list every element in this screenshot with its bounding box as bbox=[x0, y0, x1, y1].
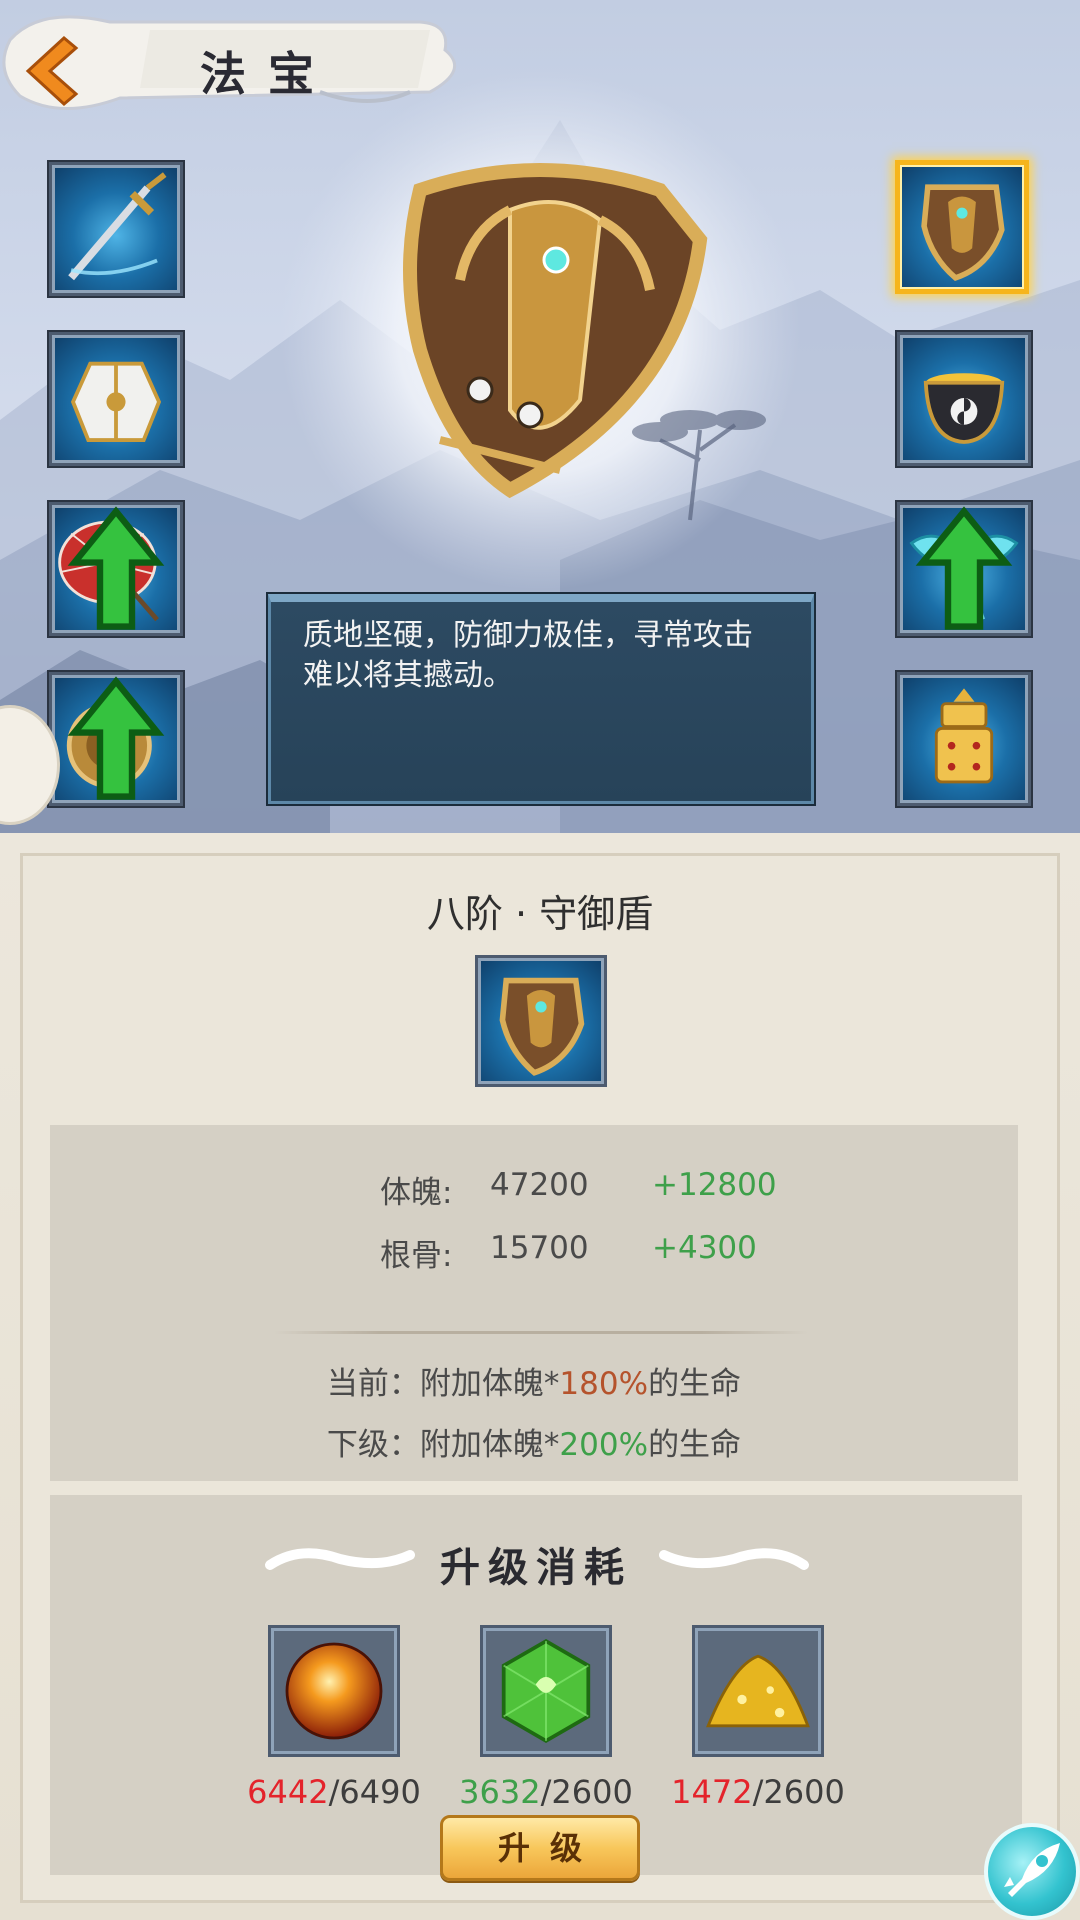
item-title: 八阶 · 守御盾 bbox=[426, 892, 654, 936]
rocket-button[interactable] bbox=[984, 1823, 1080, 1920]
cost-title: 升级消耗 bbox=[440, 1544, 632, 1591]
upgrade-button[interactable]: 升级 bbox=[440, 1815, 640, 1881]
stat-value: 47200 bbox=[490, 1167, 589, 1203]
detail-panel: 八阶 · 守御盾 体魄: 47200 +12800 根骨: 15700 +430… bbox=[0, 833, 1080, 1920]
next-effect-suffix: 的生命 bbox=[648, 1427, 742, 1463]
material-slot[interactable] bbox=[268, 1625, 400, 1757]
stats-divider bbox=[274, 1331, 808, 1334]
slot-bell[interactable]: 卍 bbox=[49, 672, 183, 806]
page-title: 法宝 bbox=[200, 47, 336, 101]
upgrade-arrow-icon bbox=[915, 506, 1013, 630]
stat-label: 根骨: bbox=[380, 1238, 453, 1274]
gold-dust-icon bbox=[706, 1654, 810, 1728]
material-slot[interactable] bbox=[480, 1625, 612, 1757]
item-icon-frame bbox=[475, 955, 607, 1087]
next-effect: 下级：附加体魄*200%的生命 bbox=[50, 1419, 1018, 1464]
stats-box: 体魄: 47200 +12800 根骨: 15700 +4300 当前：附加体魄… bbox=[50, 1125, 1018, 1481]
material-count: 6442/6490 bbox=[234, 1773, 434, 1811]
stat-increase: +12800 bbox=[652, 1167, 777, 1203]
sword-icon bbox=[68, 172, 167, 281]
shield-icon bbox=[921, 184, 1005, 282]
material-have: 1472 bbox=[671, 1773, 753, 1811]
upgrade-arrow-icon bbox=[67, 506, 165, 630]
robe-icon bbox=[70, 361, 162, 442]
stat-row: 体魄: 47200 +12800 bbox=[50, 1167, 1018, 1211]
stat-value: 15700 bbox=[490, 1230, 589, 1266]
slot-ribbon[interactable] bbox=[897, 502, 1031, 636]
stat-increase: +4300 bbox=[652, 1230, 757, 1266]
slot-sword[interactable] bbox=[49, 162, 183, 296]
material-count: 3632/2600 bbox=[446, 1773, 646, 1811]
upgrade-arrow-icon bbox=[67, 676, 165, 800]
current-effect-percent: 180% bbox=[559, 1366, 649, 1402]
material-slot[interactable] bbox=[692, 1625, 824, 1757]
material-have: 6442 bbox=[247, 1773, 329, 1811]
slot-cauldron[interactable] bbox=[897, 332, 1031, 466]
upgrade-cost-box: 升级消耗 6442/6490 3632/2600 1472/2600 升级 bbox=[50, 1495, 1022, 1881]
pagoda-icon bbox=[934, 688, 994, 784]
stat-row: 根骨: 15700 +4300 bbox=[50, 1230, 1018, 1274]
shield-icon bbox=[499, 977, 585, 1076]
next-effect-prefix: 下级：附加体魄* bbox=[326, 1427, 560, 1463]
material-have: 3632 bbox=[459, 1773, 541, 1811]
back-arrow-icon bbox=[25, 36, 79, 106]
current-effect: 当前：附加体魄*180%的生命 bbox=[50, 1358, 1018, 1403]
cauldron-icon bbox=[923, 373, 1005, 444]
material-need: /2600 bbox=[752, 1773, 845, 1811]
slot-umbrella[interactable] bbox=[49, 502, 183, 636]
slot-pagoda[interactable] bbox=[897, 672, 1031, 806]
material-need: /6490 bbox=[328, 1773, 421, 1811]
treasure-scene: 法宝 卍 bbox=[0, 0, 1080, 833]
material-need: /2600 bbox=[540, 1773, 633, 1811]
stat-label: 体魄: bbox=[380, 1175, 453, 1211]
fire-orb-icon bbox=[285, 1642, 383, 1740]
green-gem-icon bbox=[501, 1638, 591, 1744]
shield-display bbox=[403, 163, 708, 499]
slot-robe[interactable] bbox=[49, 332, 183, 466]
current-effect-prefix: 当前：附加体魄* bbox=[326, 1366, 560, 1402]
material-count: 1472/2600 bbox=[658, 1773, 858, 1811]
next-effect-percent: 200% bbox=[559, 1427, 649, 1463]
description-box: 质地坚硬，防御力极佳，寻常攻击难以将其撼动。 bbox=[268, 594, 814, 804]
current-effect-suffix: 的生命 bbox=[648, 1366, 742, 1402]
rocket-icon bbox=[1004, 1843, 1060, 1897]
back-button[interactable] bbox=[18, 34, 88, 108]
slot-shield[interactable] bbox=[895, 160, 1029, 294]
item-description: 质地坚硬，防御力极佳，寻常攻击难以将其撼动。 bbox=[303, 618, 753, 693]
